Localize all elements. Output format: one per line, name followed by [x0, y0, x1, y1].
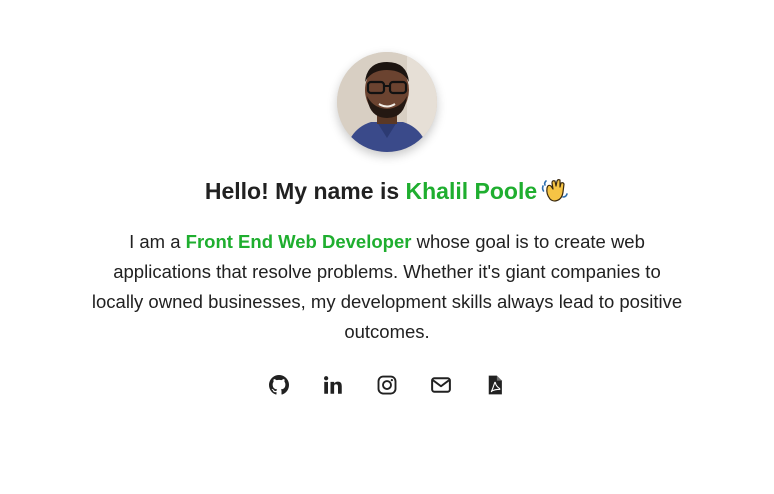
waving-hand-icon: [541, 179, 568, 202]
mail-icon: [431, 377, 451, 393]
github-icon: [269, 375, 289, 395]
github-link[interactable]: [269, 375, 289, 395]
greeting-heading: Hello! My name is Khalil Poole: [205, 177, 569, 205]
social-links: [269, 375, 505, 395]
bio-prefix: I am a: [129, 231, 186, 252]
greeting-prefix: Hello! My name is: [204, 178, 406, 204]
instagram-link[interactable]: [377, 375, 397, 395]
bio-paragraph: I am a Front End Web Developer whose goa…: [87, 227, 687, 347]
linkedin-link[interactable]: [323, 375, 343, 395]
developer-name: Khalil Poole: [405, 178, 538, 204]
avatar: [337, 52, 437, 152]
linkedin-icon: [324, 376, 342, 394]
email-link[interactable]: [431, 375, 451, 395]
bio-role: Front End Web Developer: [185, 231, 412, 252]
resume-link[interactable]: [485, 375, 505, 395]
profile-photo: [337, 52, 437, 152]
hero-section: Hello! My name is Khalil Poole I am a Fr…: [0, 0, 774, 494]
pdf-resume-icon: [488, 375, 502, 395]
instagram-icon: [377, 375, 397, 395]
